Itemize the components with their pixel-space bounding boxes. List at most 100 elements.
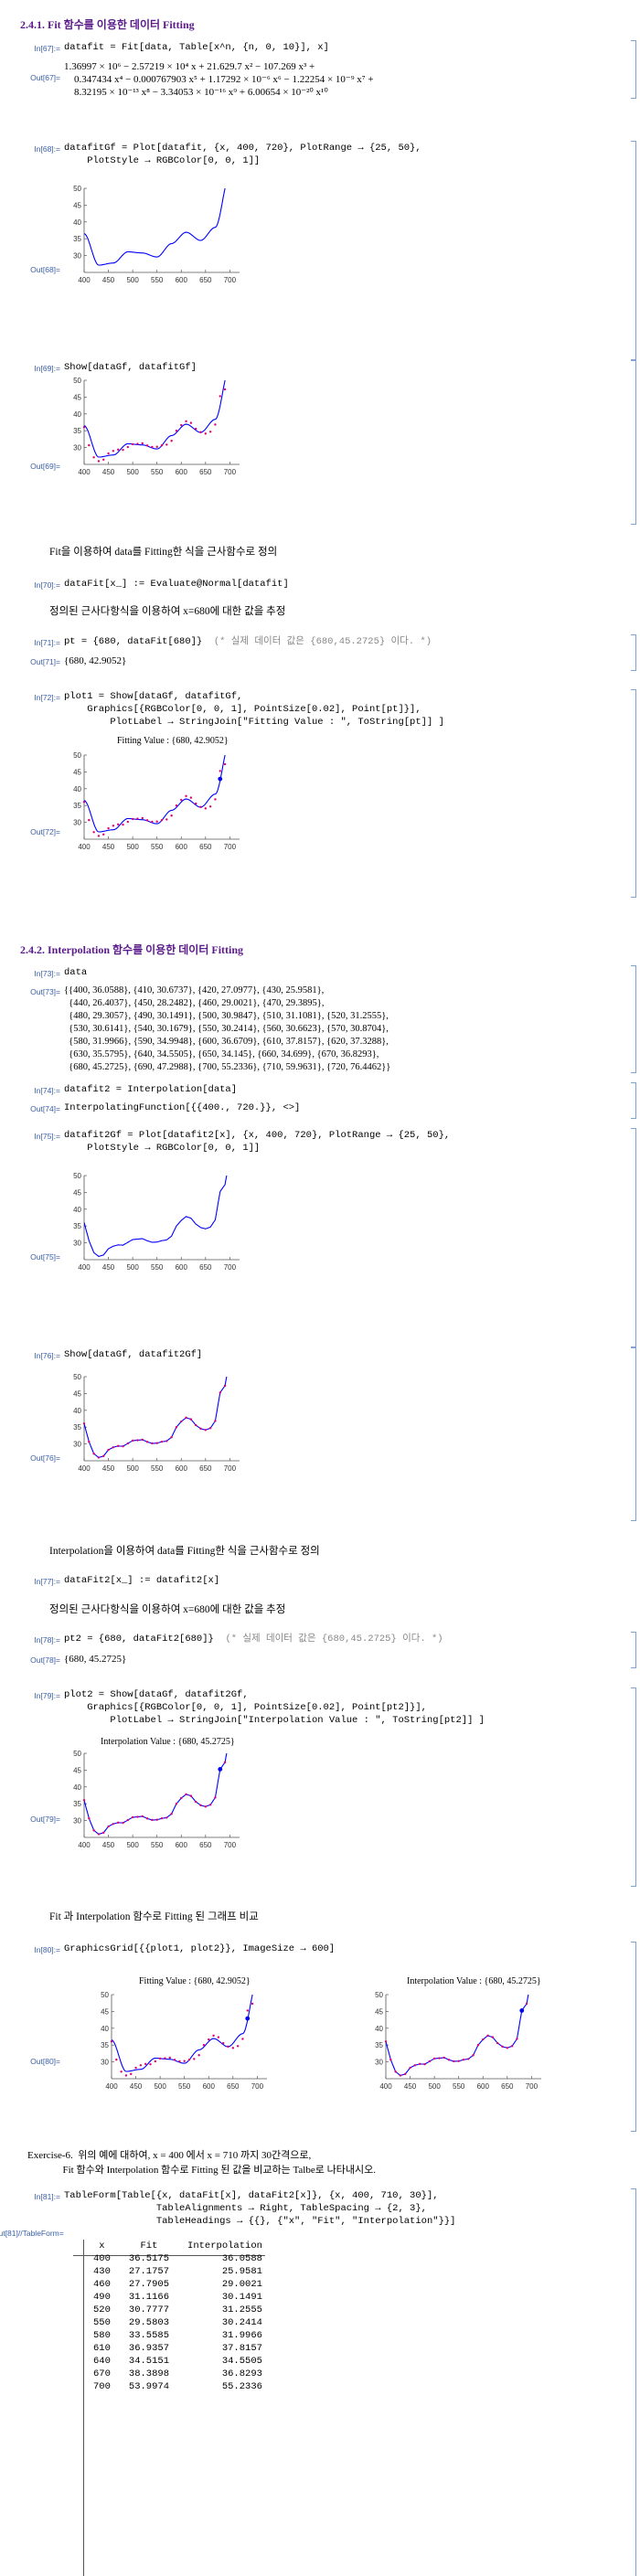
cell-bracket[interactable] [631,1632,636,1668]
data-point [97,835,101,837]
y-tick-label: 40 [73,1407,81,1415]
code-cell[interactable]: dataFit[x_] := Evaluate@Normal[datafit] [64,578,289,591]
cell-bracket[interactable] [631,965,636,1073]
cell-bracket[interactable] [631,40,636,99]
data-point [116,823,120,826]
data-point [208,2038,210,2041]
table-cell: 700 [93,2381,111,2392]
table-cell: 670 [93,2368,111,2379]
cell-bracket[interactable] [631,360,636,525]
plot-datafitGf[interactable]: 400 450 500 550 600 650 700 30 35 40 45 50 [64,183,247,289]
out-label: Out[74]= [30,1104,60,1113]
grid-plot1[interactable]: 400 450 500 550 600 650 700 30 35 40 45 50 [91,1989,274,2095]
y-tick-label: 50 [73,185,81,193]
code-cell[interactable]: data [64,966,87,979]
data-point [219,770,221,772]
table-row: 490 31.1166 30.1491 [84,2291,272,2304]
code-cell[interactable]: Show[dataGf, datafitGf] [64,361,197,374]
out-label: Out[81]//TableForm= [0,2229,64,2238]
data-point [165,818,168,821]
x-tick-label: 450 [102,1464,115,1473]
out-label: Out[79]= [30,1815,60,1824]
x-tick-label: 400 [78,1263,91,1272]
data-point [438,2057,441,2060]
table-cell: 34.5151 [128,2356,170,2367]
data-point [155,820,158,823]
data-point [126,445,130,449]
table-cell: 36.0588 [221,2253,262,2264]
cell-bracket[interactable] [631,1687,636,1887]
plot-label: Fitting Value : {680, 42.9052} [117,736,229,746]
data-point [223,1384,227,1388]
x-tick-label: 600 [176,468,188,476]
x-tick-label: 500 [126,1841,139,1849]
data-point [214,423,217,426]
code-text: pt = {680, dataFit[680]} [64,636,203,647]
x-tick-label: 550 [151,1841,164,1849]
table-cell: 27.7905 [128,2279,170,2290]
cell-bracket[interactable] [631,689,636,898]
data-point [155,1818,158,1821]
out-label: Out[76]= [30,1453,60,1463]
y-tick-label: 50 [73,377,81,385]
in-label: In[73]:= [34,969,60,978]
data-point [472,2054,475,2057]
out-label: Out[80]= [30,2057,60,2066]
code-cell[interactable]: Show[dataGf, datafit2Gf] [64,1348,202,1361]
x-tick-label: 450 [102,1263,115,1272]
cell-bracket[interactable] [631,1128,636,1347]
code-cell[interactable]: plot2 = Show[dataGf, datafit2Gf, Graphic… [64,1688,485,1727]
output-text: {{400, 36.0588}, {410, 30.6737}, {420, 2… [64,985,391,1072]
code-cell[interactable]: datafit = Fit[data, Table[x^n, {n, 0, 10… [64,41,329,54]
data-point [447,2059,451,2061]
data-point [158,2057,162,2060]
plot-svg: 400 450 500 550 600 650 700 30 35 40 45 50 [375,1991,541,2091]
data-point [525,2002,528,2006]
x-tick-label: 450 [102,843,115,851]
cell-bracket[interactable] [631,141,636,360]
y-tick-label: 50 [73,1750,81,1758]
x-tick-label: 650 [199,843,212,851]
data-point [208,1427,212,1430]
code-text: pt2 = {680, dataFit2[680]} [64,1634,214,1645]
cell-bracket[interactable] [631,634,636,671]
code-cell[interactable]: pt = {680, dataFit[680]} (* 실제 데이터 값은 {6… [64,635,432,648]
x-tick-label: 650 [199,1464,212,1473]
x-tick-label: 650 [227,2082,240,2091]
table-cell: 30.1491 [221,2292,262,2303]
data-point [141,1438,144,1442]
code-cell[interactable]: pt2 = {680, dataFit2[680]} (* 실제 데이터 값은 … [64,1633,443,1645]
data-point [120,2070,123,2073]
plot-show-interp[interactable]: 400 450 500 550 600 650 700 30 35 40 45 50 [64,1371,247,1477]
plot-show-fit[interactable]: 400 450 500 550 600 650 700 30 35 40 45 50 [64,375,247,481]
plot-datafit2Gf[interactable]: 400 450 500 550 600 650 700 30 35 40 45 50 [64,1170,247,1276]
data-point [199,1427,202,1431]
data-point [221,2041,225,2045]
data-point [165,443,168,446]
data-point [112,1823,115,1826]
table-row: 430 27.1757 25.9581 [84,2265,272,2278]
code-cell[interactable]: dataFit2[x_] := datafit2[x] [64,1574,219,1587]
code-cell[interactable]: datafit2Gf = Plot[datafit2[x], {x, 400, … [64,1129,450,1155]
data-point [204,1429,208,1432]
code-cell[interactable]: GraphicsGrid[{{plot1, plot2}}, ImageSize… [64,1943,335,1955]
plot2[interactable]: 400 450 500 550 600 650 700 30 35 40 45 50 [64,1748,247,1854]
cell-bracket[interactable] [631,1347,636,1521]
table-cell: 38.3898 [128,2368,170,2379]
x-tick-label: 400 [78,276,91,284]
code-cell[interactable]: plot1 = Show[dataGf, datafitGf, Graphics… [64,690,444,729]
cell-bracket[interactable] [631,2188,636,2576]
table-cell: 31.9966 [221,2330,262,2341]
table-cell: 430 [93,2266,111,2277]
code-cell[interactable]: datafitGf = Plot[datafit, {x, 400, 720},… [64,142,421,167]
cell-bracket[interactable] [631,1942,636,2132]
grid-plot2[interactable]: 400 450 500 550 600 650 700 30 35 40 45 50 [366,1989,549,2095]
data-point [97,1833,101,1836]
cell-bracket[interactable] [631,1082,636,1119]
plot1[interactable]: 400 450 500 550 600 650 700 30 35 40 45 50 [64,750,247,856]
code-cell[interactable]: TableForm[Table[{x, dataFit[x], dataFit2… [64,2189,455,2228]
code-cell[interactable]: datafit2 = Interpolation[data] [64,1083,237,1096]
text-cell: Fit 과 Interpolation 함수로 Fitting 된 그래프 비교 [49,1911,259,1922]
data-point [122,1444,124,1448]
data-point [428,2060,432,2063]
